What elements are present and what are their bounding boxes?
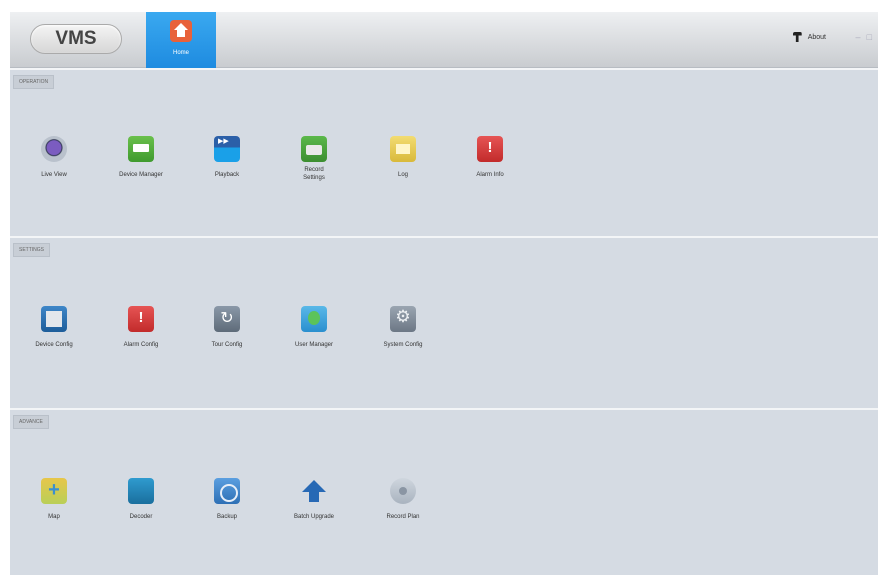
- vms-window: VMS Home About – □ OPERATION Live View D…: [10, 12, 878, 575]
- system-config-button[interactable]: System Config: [363, 306, 443, 349]
- user-manager-icon: [301, 306, 327, 332]
- backup-button[interactable]: Backup: [187, 478, 267, 521]
- shirt-icon: [792, 32, 802, 42]
- about-label: About: [807, 33, 826, 41]
- alarm-config-icon: [128, 306, 154, 332]
- batch-upgrade-button[interactable]: Batch Upgrade: [274, 478, 354, 521]
- section-operation: OPERATION Live View Device Manager Playb…: [10, 68, 878, 236]
- device-manager-icon: [128, 136, 154, 162]
- record-plan-button[interactable]: Record Plan: [363, 478, 443, 521]
- map-button[interactable]: Map: [14, 478, 94, 521]
- decoder-button[interactable]: Decoder: [101, 478, 181, 521]
- device-config-button[interactable]: Device Config: [14, 306, 94, 349]
- about-button[interactable]: About: [792, 32, 826, 42]
- decoder-icon: [128, 478, 154, 504]
- item-label: Record Settings: [303, 167, 325, 181]
- alarm-info-button[interactable]: Alarm Info: [450, 136, 530, 179]
- item-label: Alarm Info: [476, 172, 504, 178]
- item-label: System Config: [383, 342, 423, 348]
- item-label: Playback: [214, 172, 240, 178]
- device-config-icon: [41, 306, 67, 332]
- maximize-button[interactable]: □: [867, 32, 872, 42]
- playback-button[interactable]: Playback: [187, 136, 267, 179]
- vms-logo: VMS: [30, 24, 122, 54]
- item-label: Backup: [216, 514, 237, 520]
- section-settings: SETTINGS Device Config Alarm Config Tour…: [10, 236, 878, 408]
- alarm-config-button[interactable]: Alarm Config: [101, 306, 181, 349]
- tab-home[interactable]: Home: [146, 12, 216, 68]
- device-manager-button[interactable]: Device Manager: [101, 136, 181, 179]
- user-manager-button[interactable]: User Manager: [274, 306, 354, 349]
- batch-upgrade-icon: [301, 478, 327, 504]
- system-config-icon: [390, 306, 416, 332]
- backup-icon: [214, 478, 240, 504]
- record-plan-icon: [390, 478, 416, 504]
- map-icon: [41, 478, 67, 504]
- item-label: Live View: [41, 172, 67, 178]
- window-controls: – □: [856, 32, 872, 42]
- item-label: Log: [397, 172, 408, 178]
- minimize-button[interactable]: –: [856, 32, 861, 42]
- alarm-info-icon: [477, 136, 503, 162]
- tour-config-button[interactable]: Tour Config: [187, 306, 267, 349]
- item-label: Batch Upgrade: [293, 514, 335, 520]
- item-label: Device Manager: [119, 172, 163, 178]
- log-button[interactable]: Log: [363, 136, 443, 179]
- item-label: Tour Config: [211, 342, 243, 348]
- item-label: Decoder: [129, 514, 153, 520]
- record-settings-icon: [301, 136, 327, 162]
- item-label: User Manager: [294, 342, 333, 348]
- item-label: Record Plan: [386, 514, 420, 520]
- tour-config-icon: [214, 306, 240, 332]
- item-label: Alarm Config: [123, 342, 159, 348]
- home-icon: [170, 20, 192, 42]
- top-bar: VMS Home About – □: [10, 12, 878, 68]
- live-view-button[interactable]: Live View: [14, 136, 94, 179]
- tab-home-label: Home: [172, 50, 189, 56]
- record-settings-button[interactable]: Record Settings: [274, 136, 354, 182]
- item-label: Map: [48, 514, 60, 520]
- log-icon: [390, 136, 416, 162]
- playback-icon: [214, 136, 240, 162]
- live-view-icon: [41, 136, 67, 162]
- item-label: Device Config: [35, 342, 73, 348]
- section-advance: ADVANCE Map Decoder Backup Batch Upgrade…: [10, 408, 878, 575]
